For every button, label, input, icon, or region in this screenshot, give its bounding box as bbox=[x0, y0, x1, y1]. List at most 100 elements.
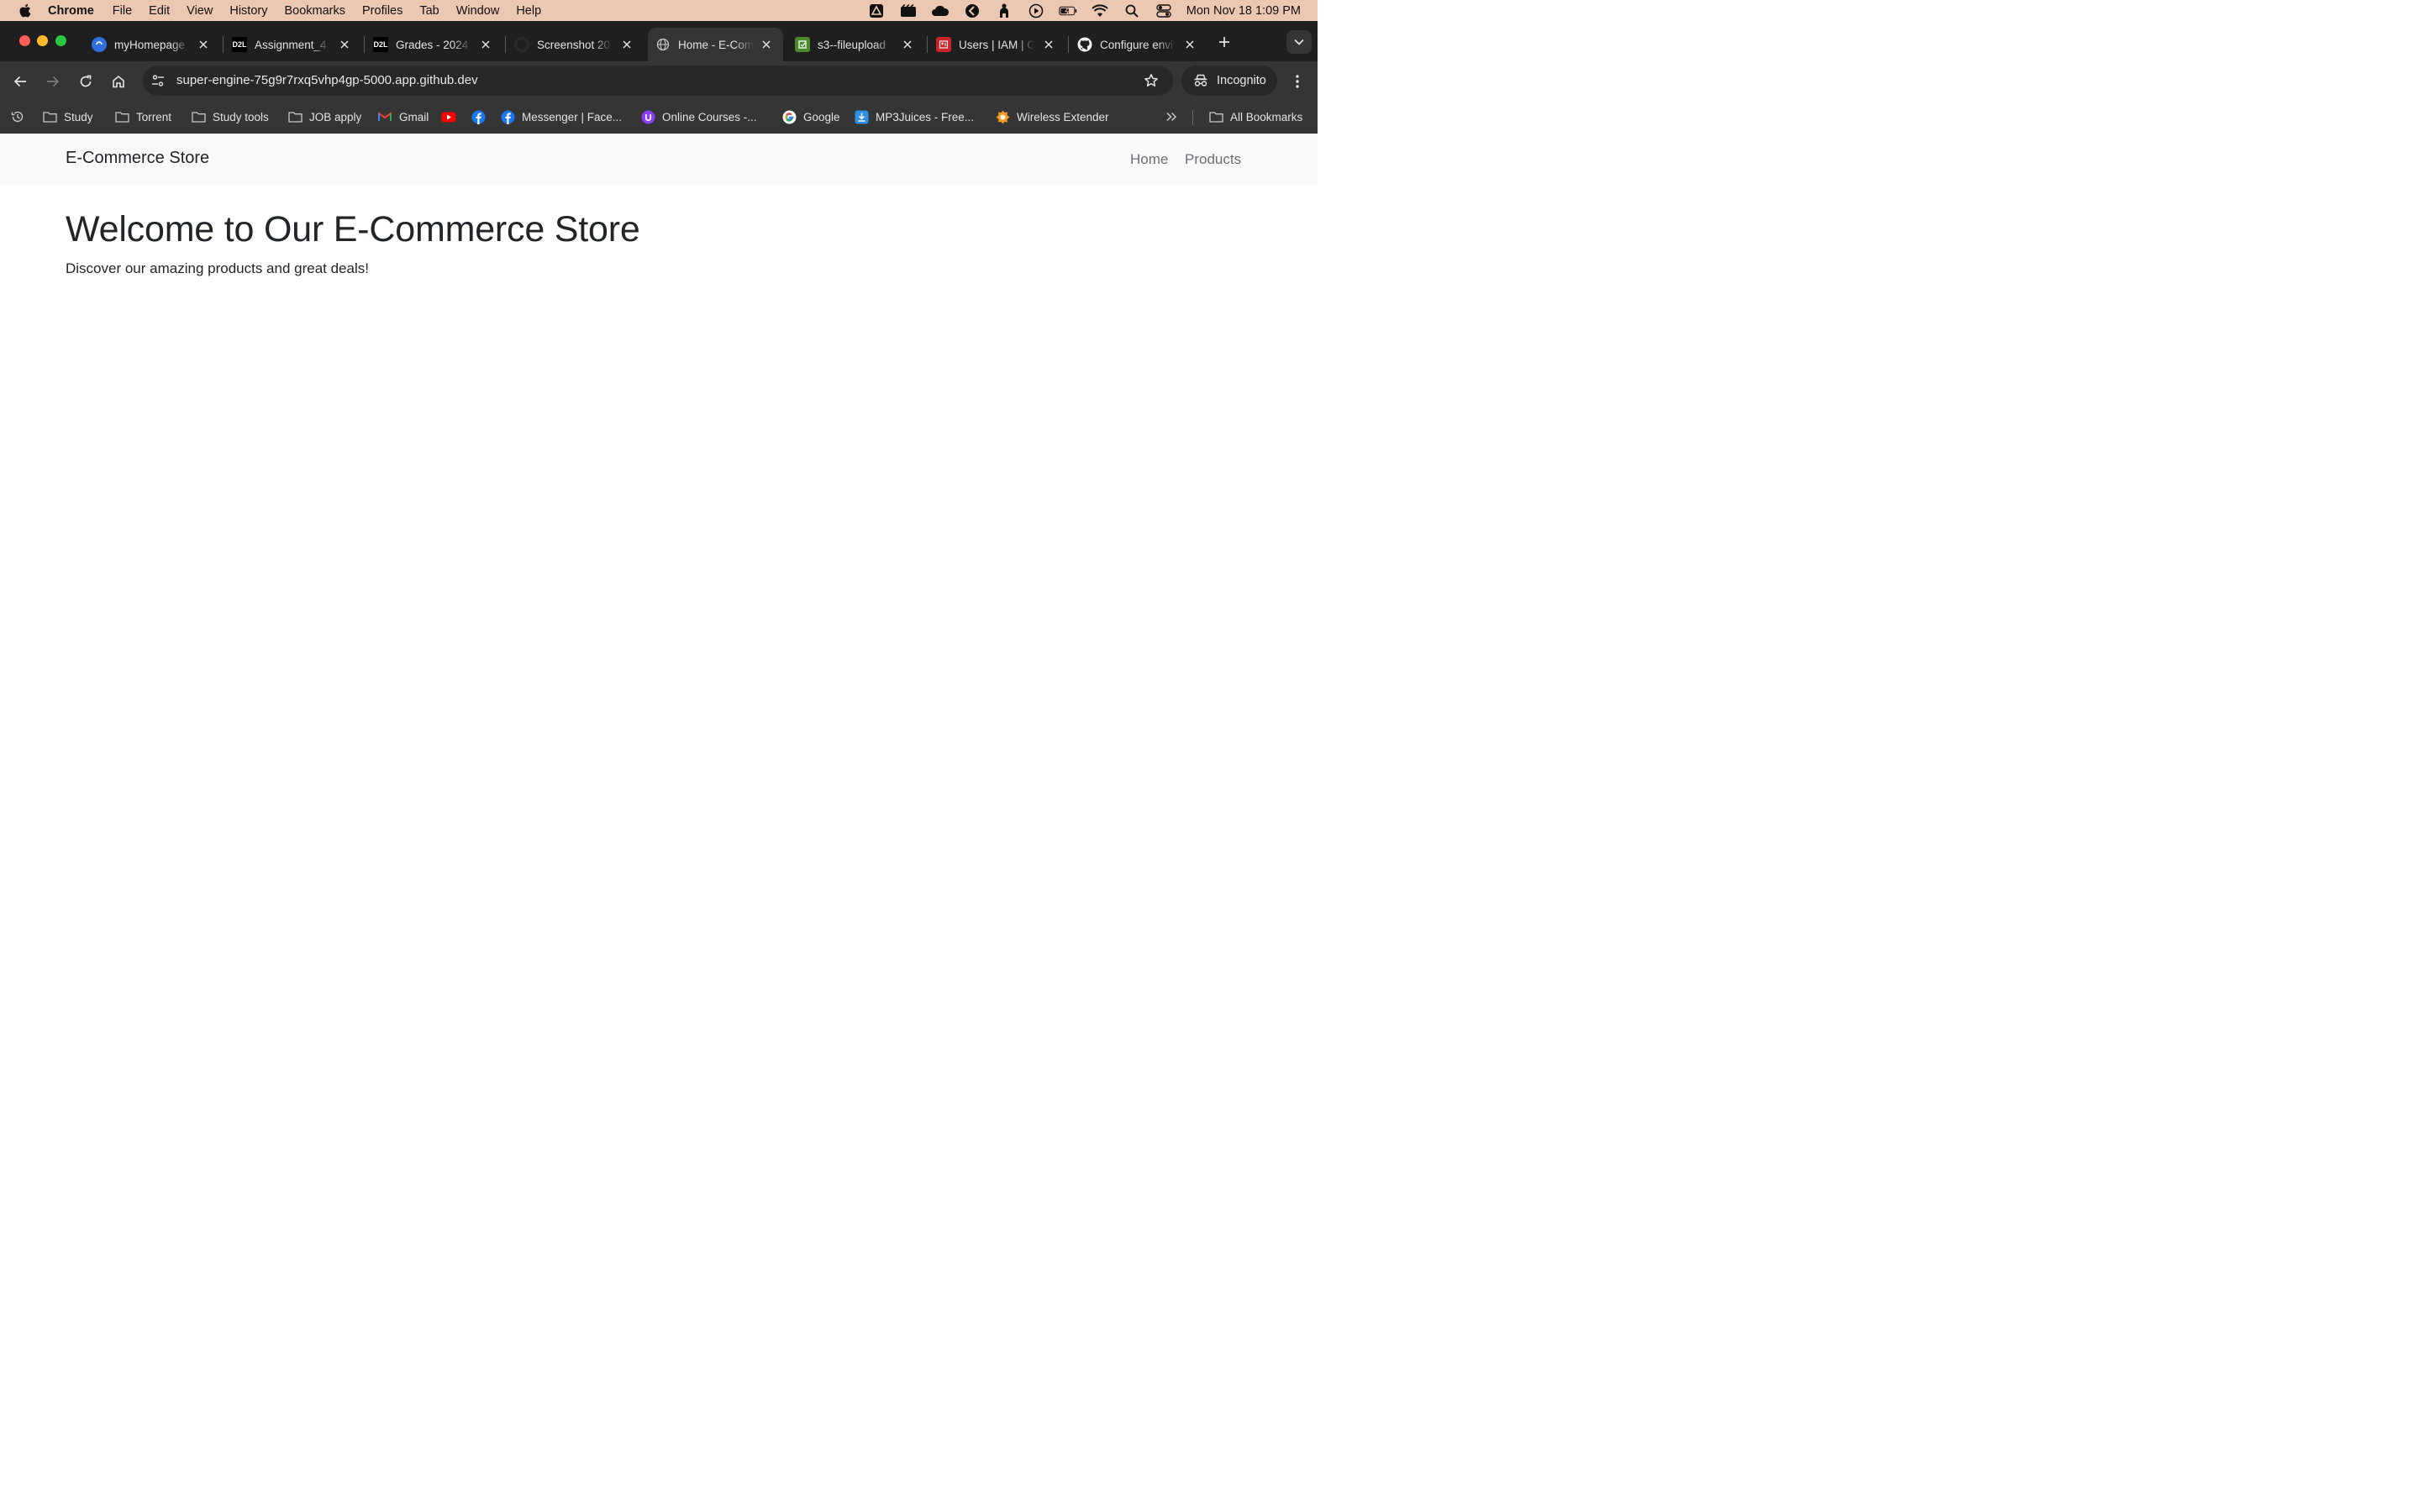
tab-close-icon[interactable] bbox=[338, 38, 351, 51]
tab-close-icon[interactable] bbox=[760, 38, 773, 51]
bookmark-online-courses[interactable]: Online Courses -... bbox=[640, 108, 757, 126]
tab-title: Assignment_4 bbox=[255, 38, 327, 51]
bookmark-mp3juices[interactable]: MP3Juices - Free... bbox=[854, 108, 974, 126]
folder-icon bbox=[287, 109, 302, 124]
all-bookmarks-folder[interactable]: All Bookmarks bbox=[1208, 108, 1302, 126]
iam-icon bbox=[936, 37, 951, 52]
bookmarks-overflow-chevron-icon[interactable] bbox=[1164, 108, 1179, 126]
folder-icon bbox=[1208, 109, 1223, 124]
tab-title: Users | IAM | G bbox=[959, 38, 1034, 51]
accessibility-status-icon[interactable] bbox=[995, 3, 1013, 18]
tab-close-icon[interactable] bbox=[479, 38, 492, 51]
tab-title: Screenshot 20 bbox=[537, 38, 611, 51]
drive-status-icon[interactable] bbox=[867, 3, 886, 18]
folder-icon bbox=[191, 109, 206, 124]
apple-logo-icon[interactable] bbox=[17, 3, 32, 18]
bookmark-messenger[interactable]: Messenger | Face... bbox=[500, 108, 622, 126]
bookmark-label: Online Courses -... bbox=[662, 110, 757, 123]
tab-users-iam[interactable]: Users | IAM | G bbox=[929, 28, 1065, 61]
menu-view[interactable]: View bbox=[187, 4, 213, 18]
window-minimize-button[interactable] bbox=[37, 35, 48, 46]
control-center-icon[interactable] bbox=[1155, 3, 1173, 18]
tab-close-icon[interactable] bbox=[197, 38, 210, 51]
bookmark-facebook[interactable] bbox=[471, 108, 486, 126]
facebook-icon bbox=[500, 109, 515, 124]
menu-window[interactable]: Window bbox=[456, 4, 500, 18]
tab-close-icon[interactable] bbox=[1042, 38, 1055, 51]
menu-help[interactable]: Help bbox=[516, 4, 541, 18]
window-close-button[interactable] bbox=[19, 35, 30, 46]
more-menu-kebab-icon[interactable] bbox=[1289, 71, 1306, 92]
tab-title: myHomepage bbox=[114, 38, 186, 51]
bookmark-wireless-extender[interactable]: Wireless Extender bbox=[995, 108, 1109, 126]
tab-search-chevron-icon[interactable] bbox=[1286, 30, 1312, 54]
github-icon bbox=[514, 37, 529, 52]
bookmark-folder-study-tools[interactable]: Study tools bbox=[191, 108, 269, 126]
menubar-clock[interactable]: Mon Nov 18 1:09 PM bbox=[1186, 4, 1301, 18]
site-navbar: E-Commerce Store Home Products bbox=[0, 134, 1318, 185]
bookmark-gmail[interactable]: Gmail bbox=[377, 108, 429, 126]
wifi-icon[interactable] bbox=[1091, 3, 1109, 18]
folder-icon bbox=[114, 109, 129, 124]
incognito-profile-button[interactable]: Incognito bbox=[1181, 66, 1277, 96]
menu-history[interactable]: History bbox=[229, 4, 267, 18]
forward-arrow-icon[interactable] bbox=[43, 71, 63, 92]
tab-close-icon[interactable] bbox=[901, 38, 914, 51]
address-bar[interactable]: super-engine-75g9r7rxq5vhp4gp-5000.app.g… bbox=[143, 66, 1173, 96]
menu-edit[interactable]: Edit bbox=[149, 4, 170, 18]
udemy-icon bbox=[640, 109, 655, 124]
browser-window-chrome: myHomepage D2L Assignment_4 D2L Grades -… bbox=[0, 21, 1318, 134]
folder-icon bbox=[42, 109, 57, 124]
url-text[interactable]: super-engine-75g9r7rxq5vhp4gp-5000.app.g… bbox=[176, 73, 478, 87]
reload-icon[interactable] bbox=[76, 71, 96, 92]
play-status-icon[interactable] bbox=[1027, 3, 1045, 18]
bookmark-folder-job-apply[interactable]: JOB apply bbox=[287, 108, 361, 126]
google-icon bbox=[781, 109, 797, 124]
tab-strip: myHomepage D2L Assignment_4 D2L Grades -… bbox=[0, 21, 1318, 61]
site-brand[interactable]: E-Commerce Store bbox=[66, 149, 209, 168]
menu-bookmarks[interactable]: Bookmarks bbox=[284, 4, 345, 18]
bookmark-star-icon[interactable] bbox=[1143, 72, 1160, 89]
tab-screenshot[interactable]: Screenshot 20 bbox=[508, 28, 644, 61]
bookmark-youtube[interactable] bbox=[441, 108, 456, 126]
home-icon[interactable] bbox=[108, 71, 129, 92]
incognito-label: Incognito bbox=[1217, 74, 1266, 87]
cloud-status-icon[interactable] bbox=[931, 3, 950, 18]
spotlight-search-icon[interactable] bbox=[1123, 3, 1141, 18]
bookmark-folder-torrent[interactable]: Torrent bbox=[114, 108, 171, 126]
menu-app-name[interactable]: Chrome bbox=[48, 4, 94, 18]
menu-tab[interactable]: Tab bbox=[419, 4, 439, 18]
bookmark-label: JOB apply bbox=[309, 110, 362, 123]
tab-configure-env[interactable]: Configure envi bbox=[1071, 28, 1207, 61]
clapper-status-icon[interactable] bbox=[899, 3, 918, 18]
back-arrow-icon[interactable] bbox=[10, 71, 30, 92]
bookmark-folder-study[interactable]: Study bbox=[42, 108, 93, 126]
nav-link-products[interactable]: Products bbox=[1185, 151, 1241, 168]
app-status-icon[interactable] bbox=[963, 3, 981, 18]
history-clock-icon bbox=[10, 109, 25, 124]
new-tab-plus-icon[interactable] bbox=[1216, 34, 1233, 50]
extender-icon bbox=[995, 109, 1010, 124]
tab-close-icon[interactable] bbox=[1183, 38, 1197, 51]
tab-title: Grades - 2024 bbox=[396, 38, 469, 51]
bookmark-label: Study bbox=[64, 110, 93, 123]
bookmark-google[interactable]: Google bbox=[781, 108, 840, 126]
tab-separator bbox=[505, 36, 506, 53]
site-info-tune-icon[interactable] bbox=[149, 71, 167, 90]
d2l-icon: D2L bbox=[373, 37, 388, 52]
tab-title: s3--fileupload bbox=[818, 38, 886, 51]
menu-profiles[interactable]: Profiles bbox=[362, 4, 402, 18]
tab-close-icon[interactable] bbox=[620, 38, 634, 51]
tab-s3-fileupload[interactable]: s3--fileupload bbox=[788, 28, 924, 61]
menu-file[interactable]: File bbox=[113, 4, 132, 18]
window-zoom-button[interactable] bbox=[55, 35, 66, 46]
tab-assignment[interactable]: D2L Assignment_4 bbox=[225, 28, 361, 61]
s3-icon bbox=[795, 37, 810, 52]
tab-myhomepage[interactable]: myHomepage bbox=[84, 28, 220, 61]
nav-link-home[interactable]: Home bbox=[1130, 151, 1168, 168]
tab-grades[interactable]: D2L Grades - 2024 bbox=[366, 28, 502, 61]
tab-home-ecommerce[interactable]: Home - E-Com bbox=[648, 28, 783, 61]
bookmark-history-clock-icon[interactable] bbox=[10, 108, 25, 126]
battery-icon[interactable] bbox=[1059, 3, 1077, 18]
bookmark-label: Wireless Extender bbox=[1017, 110, 1109, 123]
